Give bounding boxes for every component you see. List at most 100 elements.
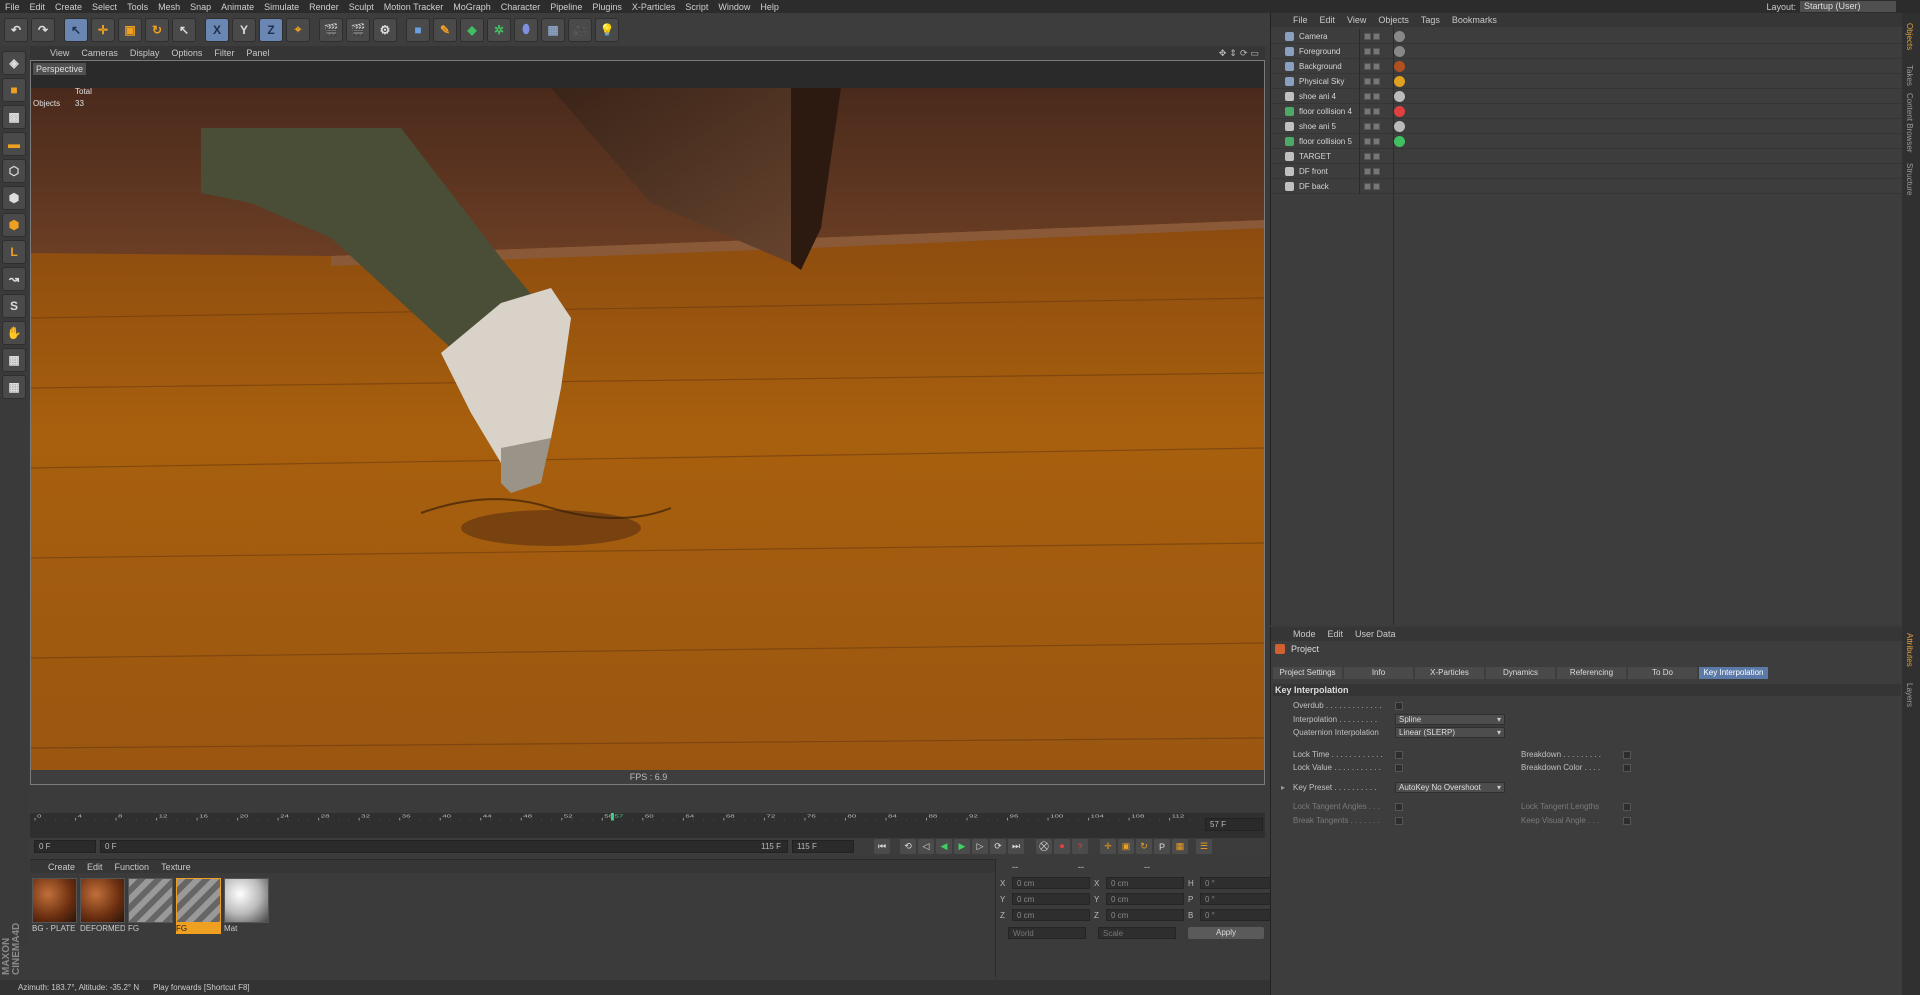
key-position-icon[interactable]: ✛ <box>1100 839 1116 854</box>
menu-file[interactable]: File <box>0 2 25 12</box>
undo-icon[interactable]: ↶ <box>4 17 28 42</box>
object-name[interactable]: floor collision 4 <box>1299 107 1352 116</box>
frame-range-slider[interactable]: 0 F 115 F <box>100 840 788 853</box>
object-name[interactable]: Background <box>1299 62 1342 71</box>
object-name[interactable]: floor collision 5 <box>1299 137 1352 146</box>
lock-value-checkbox[interactable] <box>1395 763 1403 772</box>
object-row[interactable]: DF back <box>1271 178 1903 194</box>
points-mode-icon[interactable]: ⬡ <box>2 159 26 183</box>
texture-mode-icon[interactable]: ▩ <box>2 105 26 129</box>
tag-icon[interactable] <box>1394 135 1405 147</box>
tag-icon[interactable] <box>1394 30 1405 42</box>
object-name[interactable]: TARGET <box>1299 152 1331 161</box>
visibility-flags[interactable] <box>1364 32 1380 40</box>
viewport-toggle-icon[interactable]: ▭ <box>1250 48 1259 59</box>
tab-to-do[interactable]: To Do <box>1628 667 1697 679</box>
visibility-flags[interactable] <box>1364 62 1380 70</box>
vtab-content-browser[interactable]: Content Browser <box>1905 93 1914 153</box>
object-row[interactable]: Foreground <box>1271 43 1903 59</box>
menu-window[interactable]: Window <box>713 2 755 12</box>
rot-h-field[interactable]: 0 ° <box>1200 877 1278 889</box>
menu-pipeline[interactable]: Pipeline <box>545 2 587 12</box>
viewport-menu-panel[interactable]: Panel <box>246 48 269 58</box>
current-frame-field[interactable]: 57 F <box>1205 818 1263 831</box>
tab-key-interpolation[interactable]: Key Interpolation <box>1699 667 1768 679</box>
menu-plugins[interactable]: Plugins <box>587 2 627 12</box>
menu-render[interactable]: Render <box>304 2 344 12</box>
size-x-field[interactable]: 0 cm <box>1106 877 1184 889</box>
material-menu-edit[interactable]: Edit <box>87 862 103 872</box>
viewport-move-icon[interactable]: ✥ <box>1219 48 1227 59</box>
y-axis-icon[interactable]: Y <box>232 17 256 42</box>
menu-sculpt[interactable]: Sculpt <box>344 2 379 12</box>
tag-icon[interactable] <box>1394 60 1405 72</box>
viewport-menu-filter[interactable]: Filter <box>214 48 234 58</box>
tab-info[interactable]: Info <box>1344 667 1413 679</box>
edges-mode-icon[interactable]: ⬢ <box>2 186 26 210</box>
interpolation-dropdown[interactable]: Spline <box>1395 714 1505 725</box>
om-menu-view[interactable]: View <box>1347 15 1366 25</box>
menu-script[interactable]: Script <box>680 2 713 12</box>
object-row[interactable]: Camera <box>1271 28 1903 44</box>
object-row[interactable]: floor collision 4 <box>1271 103 1903 119</box>
lock-workplane-icon[interactable]: ✋ <box>2 321 26 345</box>
tab-dynamics[interactable]: Dynamics <box>1486 667 1555 679</box>
om-menu-edit[interactable]: Edit <box>1320 15 1336 25</box>
autokey-icon[interactable]: ⏺ <box>1054 839 1070 854</box>
break-tangents-checkbox[interactable] <box>1395 816 1403 825</box>
grid-lock-icon[interactable]: ▦ <box>2 348 26 372</box>
object-name[interactable]: shoe ani 4 <box>1299 92 1336 101</box>
material-menu-function[interactable]: Function <box>115 862 150 872</box>
material-deformed[interactable]: DEFORMED <box>80 878 125 936</box>
tag-icon[interactable] <box>1394 90 1405 102</box>
planar-workplane-icon[interactable]: ▦ <box>2 375 26 399</box>
menu-create[interactable]: Create <box>50 2 87 12</box>
rot-b-field[interactable]: 0 ° <box>1200 909 1278 921</box>
camera-icon[interactable]: 🎥 <box>568 17 592 42</box>
axis-mode-icon[interactable]: L <box>2 240 26 264</box>
tab-project-settings[interactable]: Project Settings <box>1273 667 1342 679</box>
lock-time-checkbox[interactable] <box>1395 750 1403 759</box>
menu-simulate[interactable]: Simulate <box>259 2 304 12</box>
object-row[interactable]: shoe ani 5 <box>1271 118 1903 134</box>
tweak-mode-icon[interactable]: ↝ <box>2 267 26 291</box>
viewport-label[interactable]: Perspective <box>33 63 87 75</box>
next-frame-icon[interactable]: ▷ <box>972 839 988 854</box>
vtab-structure[interactable]: Structure <box>1905 163 1914 195</box>
key-preset-dropdown[interactable]: AutoKey No Overshoot <box>1395 782 1505 793</box>
lock-tangent-lengths-checkbox[interactable] <box>1623 802 1631 811</box>
pos-z-field[interactable]: 0 cm <box>1012 909 1090 921</box>
visibility-flags[interactable] <box>1364 77 1380 85</box>
am-menu-edit[interactable]: Edit <box>1328 629 1344 639</box>
viewport-zoom-icon[interactable]: ⇕ <box>1229 48 1237 59</box>
apply-button[interactable]: Apply <box>1188 927 1264 939</box>
menu-tools[interactable]: Tools <box>122 2 153 12</box>
object-row[interactable]: Background <box>1271 58 1903 74</box>
world-dropdown[interactable]: World <box>1008 927 1086 939</box>
quaternion-dropdown[interactable]: Linear (SLERP) <box>1395 727 1505 738</box>
key-rotation-icon[interactable]: ↻ <box>1136 839 1152 854</box>
object-row[interactable]: DF front <box>1271 163 1903 179</box>
pen-icon[interactable]: ✎ <box>433 17 457 42</box>
menu-mograph[interactable]: MoGraph <box>448 2 496 12</box>
object-row[interactable]: shoe ani 4 <box>1271 88 1903 104</box>
menu-x-particles[interactable]: X-Particles <box>627 2 681 12</box>
render-picture-viewer-icon[interactable]: 🎬 <box>346 17 370 42</box>
cloner-icon[interactable]: ✲ <box>487 17 511 42</box>
tab-referencing[interactable]: Referencing <box>1557 667 1626 679</box>
visibility-flags[interactable] <box>1364 137 1380 145</box>
om-menu-tags[interactable]: Tags <box>1421 15 1440 25</box>
visibility-flags[interactable] <box>1364 152 1380 160</box>
om-menu-bookmarks[interactable]: Bookmarks <box>1452 15 1497 25</box>
layout-dropdown[interactable]: Startup (User) <box>1800 1 1896 12</box>
vtab-attributes[interactable]: Attributes <box>1905 633 1914 667</box>
key-pla-icon[interactable]: ▦ <box>1172 839 1188 854</box>
timeline-ruler[interactable]: 0 4 8 12 16 20 24 28 32 36 40 44 48 52 56 57 60 64 68 72 76 8… <box>30 813 1265 827</box>
key-scale-icon[interactable]: ▣ <box>1118 839 1134 854</box>
viewport-rotate-icon[interactable]: ⟳ <box>1240 48 1248 59</box>
make-editable-icon[interactable]: ◈ <box>2 51 26 75</box>
deformer-icon[interactable]: ⬮ <box>514 17 538 42</box>
tag-icon[interactable] <box>1394 45 1405 57</box>
floor-icon[interactable]: ▦ <box>541 17 565 42</box>
scale-icon[interactable]: ▣ <box>118 17 142 42</box>
